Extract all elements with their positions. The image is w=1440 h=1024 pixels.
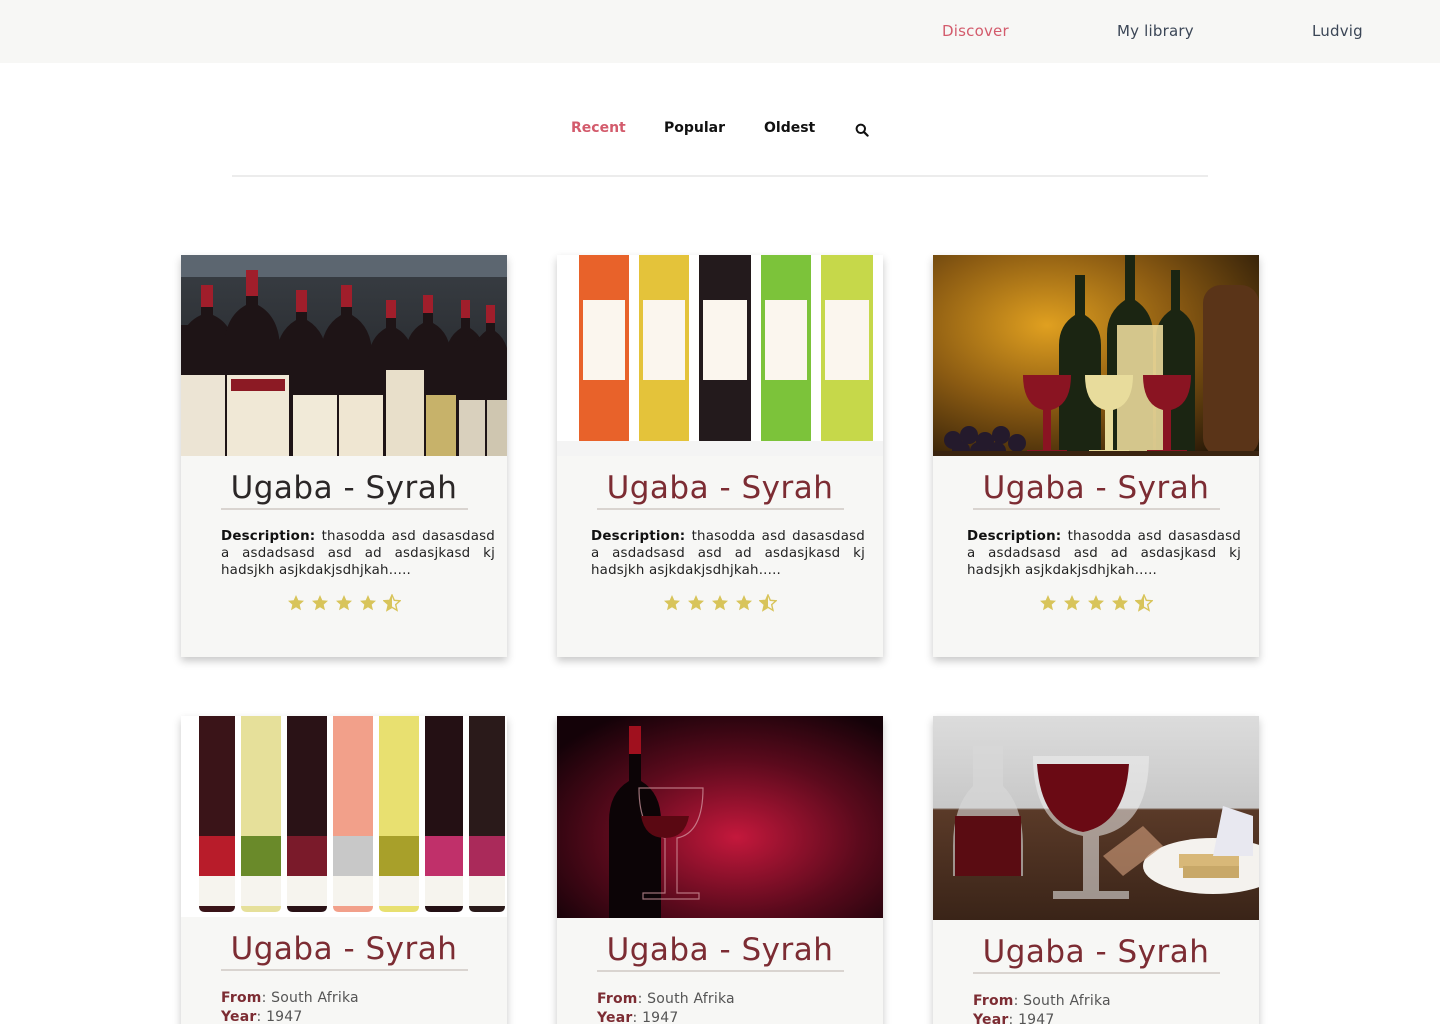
filter-divider [232,175,1208,177]
star-full-icon[interactable] [287,594,305,612]
title-divider [220,969,468,971]
rating-stars[interactable] [181,592,507,614]
year-value: : 1947 [256,1009,303,1024]
from-value: : South Afrika [1013,993,1111,1009]
wine-image-colored-bottles [557,255,883,456]
wine-origin: From: South Afrika [221,989,507,1008]
tab-recent[interactable]: Recent [571,120,626,136]
wine-meta: From: South Afrika Year: 1947 [597,990,883,1024]
star-full-icon[interactable] [311,594,329,612]
wine-image-glass-cheese [933,716,1259,920]
top-navbar: Discover My library Ludvig [0,0,1440,63]
year-value: : 1947 [1008,1012,1055,1024]
wine-card[interactable]: Ugaba - Syrah From: South Afrika Year: 1… [181,716,507,1024]
title-divider [972,508,1220,510]
from-label: From [597,991,638,1007]
star-full-icon[interactable] [335,594,353,612]
star-full-icon[interactable] [687,594,705,612]
title-divider [596,508,844,510]
year-label: Year [221,1009,257,1024]
tab-popular[interactable]: Popular [664,120,725,136]
star-full-icon[interactable] [735,594,753,612]
wine-image-glasses-barrel [933,255,1259,456]
star-full-icon[interactable] [1063,594,1081,612]
wine-card[interactable]: Ugaba - Syrah From: South Afrika Year: 1… [557,716,883,1024]
star-full-icon[interactable] [1087,594,1105,612]
wine-image-bottle-glass-red [557,716,883,918]
year-label: Year [597,1010,633,1024]
wine-title: Ugaba - Syrah [606,932,834,968]
star-half-icon[interactable] [383,593,401,612]
from-value: : South Afrika [637,991,735,1007]
wine-origin: From: South Afrika [973,992,1259,1011]
wine-meta: From: South Afrika Year: 1947 [973,992,1259,1024]
wine-origin: From: South Afrika [597,990,883,1009]
year-value: : 1947 [632,1010,679,1024]
star-full-icon[interactable] [663,594,681,612]
tab-oldest[interactable]: Oldest [764,120,815,136]
wine-title: Ugaba - Syrah [982,470,1210,506]
from-label: From [973,993,1014,1009]
title-divider [972,972,1220,974]
star-full-icon[interactable] [711,594,729,612]
description-label: Description: [221,529,316,544]
wine-title: Ugaba - Syrah [982,934,1210,970]
description-label: Description: [591,529,686,544]
wine-title: Ugaba - Syrah [606,470,834,506]
rating-stars[interactable] [557,592,883,614]
star-half-icon[interactable] [759,593,777,612]
star-half-icon[interactable] [1135,593,1153,612]
from-label: From [221,990,262,1006]
wine-year: Year: 1947 [597,1009,883,1024]
description-label: Description: [967,529,1062,544]
wine-card[interactable]: Ugaba - Syrah Description: thasodda asd … [933,255,1259,657]
rating-stars[interactable] [933,592,1259,614]
nav-discover-link[interactable]: Discover [942,22,1009,40]
wine-image-shelf [181,255,507,456]
search-icon[interactable] [855,122,869,137]
wine-description: Description: thasodda asd dasasdasd a as… [591,528,865,579]
wine-year: Year: 1947 [973,1011,1259,1024]
from-value: : South Afrika [261,990,359,1006]
wine-image-bottle-row [181,716,507,917]
wine-card[interactable]: Ugaba - Syrah Description: thasodda asd … [181,255,507,657]
wine-meta: From: South Afrika Year: 1947 [221,989,507,1024]
wine-title: Ugaba - Syrah [230,470,458,506]
star-full-icon[interactable] [1111,594,1129,612]
wine-title: Ugaba - Syrah [230,931,458,967]
wine-description: Description: thasodda asd dasasdasd a as… [967,528,1241,579]
year-label: Year [973,1012,1009,1024]
title-divider [220,508,468,510]
star-full-icon[interactable] [359,594,377,612]
wine-card[interactable]: Ugaba - Syrah Description: thasodda asd … [557,255,883,657]
wine-description: Description: thasodda asd dasasdasd a as… [221,528,495,579]
filter-tabs: Recent Popular Oldest [0,120,1440,140]
nav-my-library-link[interactable]: My library [1117,22,1194,40]
title-divider [596,970,844,972]
star-full-icon[interactable] [1039,594,1057,612]
wine-card[interactable]: Ugaba - Syrah From: South Afrika Year: 1… [933,716,1259,1024]
wine-year: Year: 1947 [221,1008,507,1024]
nav-user-link[interactable]: Ludvig [1312,22,1363,40]
